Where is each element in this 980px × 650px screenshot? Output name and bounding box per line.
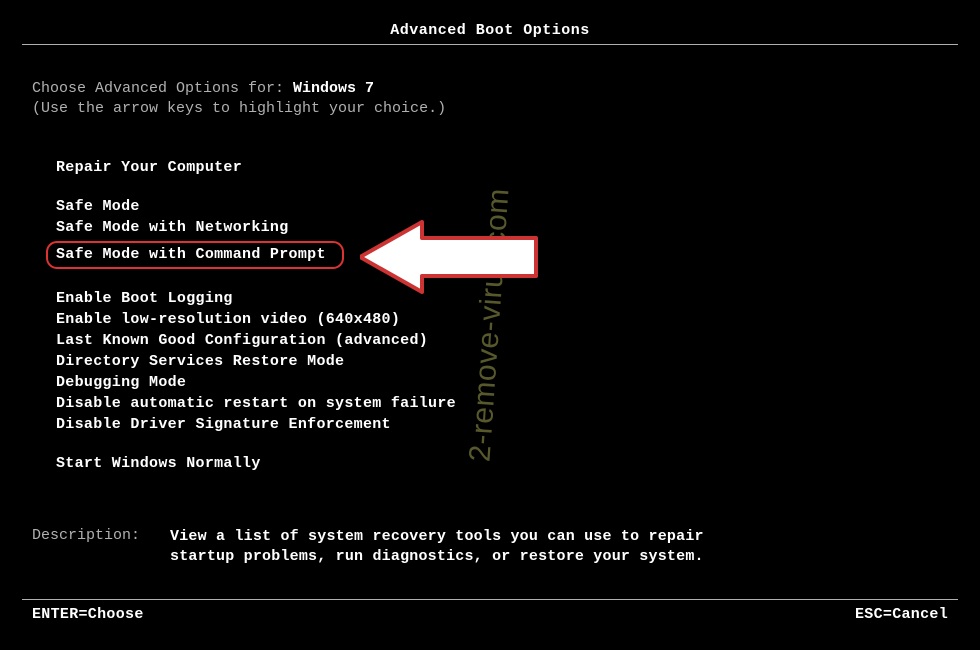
footer-bar: ENTER=Choose ESC=Cancel xyxy=(32,606,948,624)
option-repair[interactable]: Repair Your Computer xyxy=(50,158,248,178)
intro-hint: (Use the arrow keys to highlight your ch… xyxy=(32,100,948,118)
divider-top xyxy=(22,44,958,45)
option-start-normally[interactable]: Start Windows Normally xyxy=(50,454,267,474)
option-group-3: Enable Boot Logging Enable low-resolutio… xyxy=(50,289,948,436)
option-safe-mode-networking[interactable]: Safe Mode with Networking xyxy=(50,218,295,238)
option-ds-restore[interactable]: Directory Services Restore Mode xyxy=(50,352,350,372)
footer-enter: ENTER=Choose xyxy=(32,606,144,624)
option-last-known-good[interactable]: Last Known Good Configuration (advanced) xyxy=(50,331,434,351)
intro-prefix: Choose Advanced Options for: xyxy=(32,80,293,97)
intro-line: Choose Advanced Options for: Windows 7 xyxy=(32,80,948,98)
option-group-2: Safe Mode Safe Mode with Networking Safe… xyxy=(50,197,948,271)
option-disable-driver-sig[interactable]: Disable Driver Signature Enforcement xyxy=(50,415,397,435)
option-safe-mode[interactable]: Safe Mode xyxy=(50,197,146,217)
screen-title-row: Advanced Boot Options xyxy=(22,22,958,42)
screen-title: Advanced Boot Options xyxy=(390,22,590,39)
divider-bottom xyxy=(22,599,958,600)
option-safe-mode-cmd[interactable]: Safe Mode with Command Prompt xyxy=(46,241,344,269)
footer-esc: ESC=Cancel xyxy=(855,606,948,624)
option-debugging[interactable]: Debugging Mode xyxy=(50,373,192,393)
description-block: Description: View a list of system recov… xyxy=(32,527,948,568)
description-text: View a list of system recovery tools you… xyxy=(170,527,750,568)
description-label: Description: xyxy=(32,527,140,568)
option-boot-logging[interactable]: Enable Boot Logging xyxy=(50,289,239,309)
option-group-1: Repair Your Computer xyxy=(50,158,948,179)
option-disable-auto-restart[interactable]: Disable automatic restart on system fail… xyxy=(50,394,462,414)
option-group-4: Start Windows Normally xyxy=(50,454,948,475)
option-low-res[interactable]: Enable low-resolution video (640x480) xyxy=(50,310,406,330)
intro-os: Windows 7 xyxy=(293,80,374,97)
